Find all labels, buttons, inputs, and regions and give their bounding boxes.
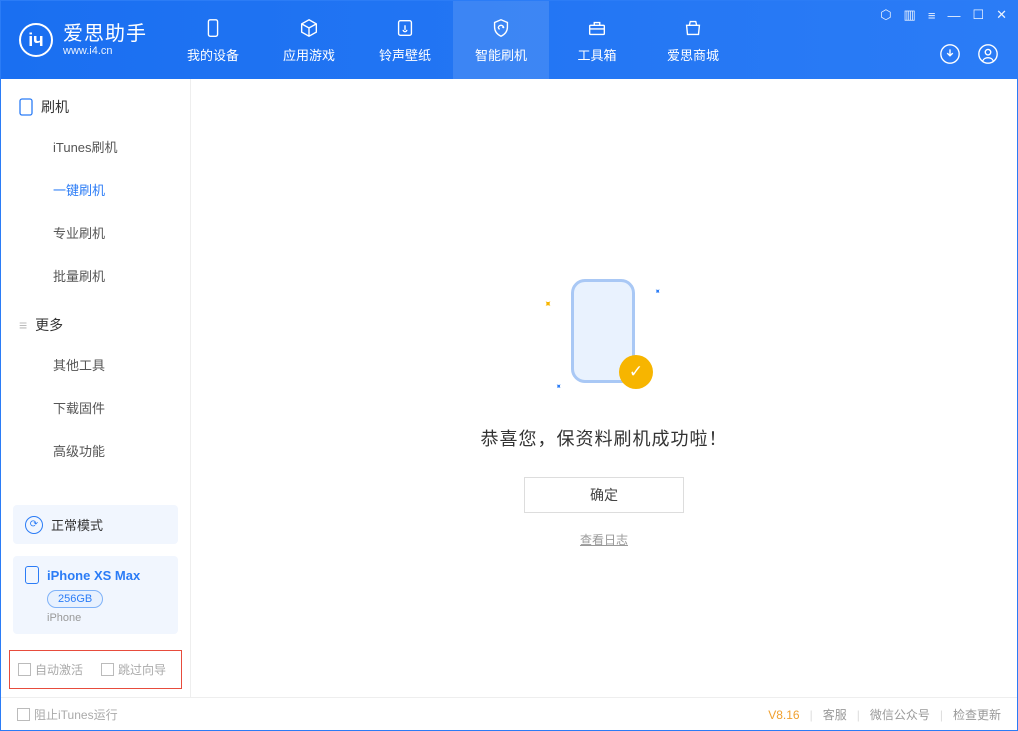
nav-label: 应用游戏 xyxy=(283,45,335,64)
footer-link-support[interactable]: 客服 xyxy=(823,706,847,723)
footer-link-update[interactable]: 检查更新 xyxy=(953,706,1001,723)
shield-refresh-icon xyxy=(490,17,512,39)
sidebar: 刷机 iTunes刷机 一键刷机 专业刷机 批量刷机 ≡ 更多 其他工具 下载固… xyxy=(1,79,191,697)
device-icon xyxy=(202,17,224,39)
close-icon[interactable]: ✕ xyxy=(996,7,1007,23)
maximize-icon[interactable]: ☐ xyxy=(972,7,984,23)
spark-icon: ✦ xyxy=(553,381,564,392)
nav-label: 我的设备 xyxy=(187,45,239,64)
nav-ringtones[interactable]: 铃声壁纸 xyxy=(357,1,453,79)
shirt-icon[interactable]: ⬡ xyxy=(880,7,891,23)
separator: | xyxy=(810,708,813,722)
body: 刷机 iTunes刷机 一键刷机 专业刷机 批量刷机 ≡ 更多 其他工具 下载固… xyxy=(1,79,1017,697)
nav-toolbox[interactable]: 工具箱 xyxy=(549,1,645,79)
version-label: V8.16 xyxy=(768,708,799,722)
sidebar-item-advanced[interactable]: 高级功能 xyxy=(1,429,190,472)
user-icon[interactable] xyxy=(977,43,999,65)
checkbox-auto-activate[interactable]: 自动激活 xyxy=(18,661,83,678)
sidebar-section-more: ≡ 更多 其他工具 下载固件 高级功能 xyxy=(1,297,190,472)
download-icon[interactable] xyxy=(939,43,961,65)
separator: | xyxy=(940,708,943,722)
separator: | xyxy=(857,708,860,722)
sidebar-title: 更多 xyxy=(35,315,63,335)
store-icon xyxy=(682,17,704,39)
header-right xyxy=(939,43,999,65)
app-name-cn: 爱思助手 xyxy=(63,23,147,45)
mode-box[interactable]: ⟳ 正常模式 xyxy=(13,505,178,544)
device-name: iPhone XS Max xyxy=(47,568,140,583)
nav-store[interactable]: 爱思商城 xyxy=(645,1,741,79)
window-controls: ⬡ ▥ ≡ — ☐ ✕ xyxy=(880,7,1007,23)
logo-icon: iч xyxy=(19,23,53,57)
sidebar-item-itunes-flash[interactable]: iTunes刷机 xyxy=(1,125,190,168)
list-icon: ≡ xyxy=(19,317,27,333)
footer-link-wechat[interactable]: 微信公众号 xyxy=(870,706,930,723)
cube-icon xyxy=(298,17,320,39)
mode-label: 正常模式 xyxy=(51,515,103,534)
checkbox-block-itunes[interactable]: 阻止iTunes运行 xyxy=(17,706,118,723)
nav-label: 爱思商城 xyxy=(667,45,719,64)
device-box[interactable]: iPhone XS Max 256GB iPhone xyxy=(13,556,178,634)
nav: 我的设备 应用游戏 铃声壁纸 智能刷机 工具箱 爱思商城 xyxy=(165,1,741,79)
nav-label: 智能刷机 xyxy=(475,45,527,64)
check-badge-icon: ✓ xyxy=(619,355,653,389)
nav-flash[interactable]: 智能刷机 xyxy=(453,1,549,79)
app-name-en: www.i4.cn xyxy=(63,45,147,57)
sidebar-item-other-tools[interactable]: 其他工具 xyxy=(1,343,190,386)
checkbox-icon xyxy=(17,708,30,721)
nav-apps[interactable]: 应用游戏 xyxy=(261,1,357,79)
success-message: 恭喜您，保资料刷机成功啦！ xyxy=(481,425,728,451)
phone-small-icon xyxy=(19,98,33,116)
device-storage: 256GB xyxy=(47,590,103,608)
nav-label: 铃声壁纸 xyxy=(379,45,431,64)
sidebar-section-flash: 刷机 iTunes刷机 一键刷机 专业刷机 批量刷机 xyxy=(1,79,190,297)
menu-icon[interactable]: ≡ xyxy=(928,8,936,23)
music-icon xyxy=(394,17,416,39)
spark-icon: ✦ xyxy=(540,298,554,312)
sidebar-title: 刷机 xyxy=(41,97,69,117)
main-content: ✓ ✦ ✦ ✦ 恭喜您，保资料刷机成功啦！ 确定 查看日志 xyxy=(191,79,1017,697)
device-type: iPhone xyxy=(47,612,166,624)
mode-icon: ⟳ xyxy=(25,516,43,534)
checkbox-icon xyxy=(101,663,114,676)
view-log-link[interactable]: 查看日志 xyxy=(580,531,628,548)
checkbox-icon xyxy=(18,663,31,676)
sidebar-header-flash: 刷机 xyxy=(1,97,190,125)
sidebar-item-pro-flash[interactable]: 专业刷机 xyxy=(1,211,190,254)
sidebar-item-oneclick-flash[interactable]: 一键刷机 xyxy=(1,168,190,211)
options-highlight-box: 自动激活 跳过向导 xyxy=(9,650,182,689)
ok-button[interactable]: 确定 xyxy=(524,477,684,513)
logo-area: iч 爱思助手 www.i4.cn xyxy=(1,1,165,79)
nav-label: 工具箱 xyxy=(577,45,616,64)
logo-text: 爱思助手 www.i4.cn xyxy=(63,23,147,57)
book-icon[interactable]: ▥ xyxy=(904,7,916,23)
success-illustration: ✓ ✦ ✦ ✦ xyxy=(549,279,659,399)
sidebar-item-batch-flash[interactable]: 批量刷机 xyxy=(1,254,190,297)
toolbox-icon xyxy=(586,17,608,39)
spark-icon: ✦ xyxy=(652,286,663,297)
checkbox-skip-guide[interactable]: 跳过向导 xyxy=(101,661,166,678)
device-phone-icon xyxy=(25,566,39,584)
nav-my-device[interactable]: 我的设备 xyxy=(165,1,261,79)
footer: 阻止iTunes运行 V8.16 | 客服 | 微信公众号 | 检查更新 xyxy=(1,697,1017,731)
sidebar-header-more: ≡ 更多 xyxy=(1,315,190,343)
header: iч 爱思助手 www.i4.cn 我的设备 应用游戏 铃声壁纸 智能刷机 工具… xyxy=(1,1,1017,79)
sidebar-item-download-firmware[interactable]: 下载固件 xyxy=(1,386,190,429)
minimize-icon[interactable]: — xyxy=(947,8,960,23)
